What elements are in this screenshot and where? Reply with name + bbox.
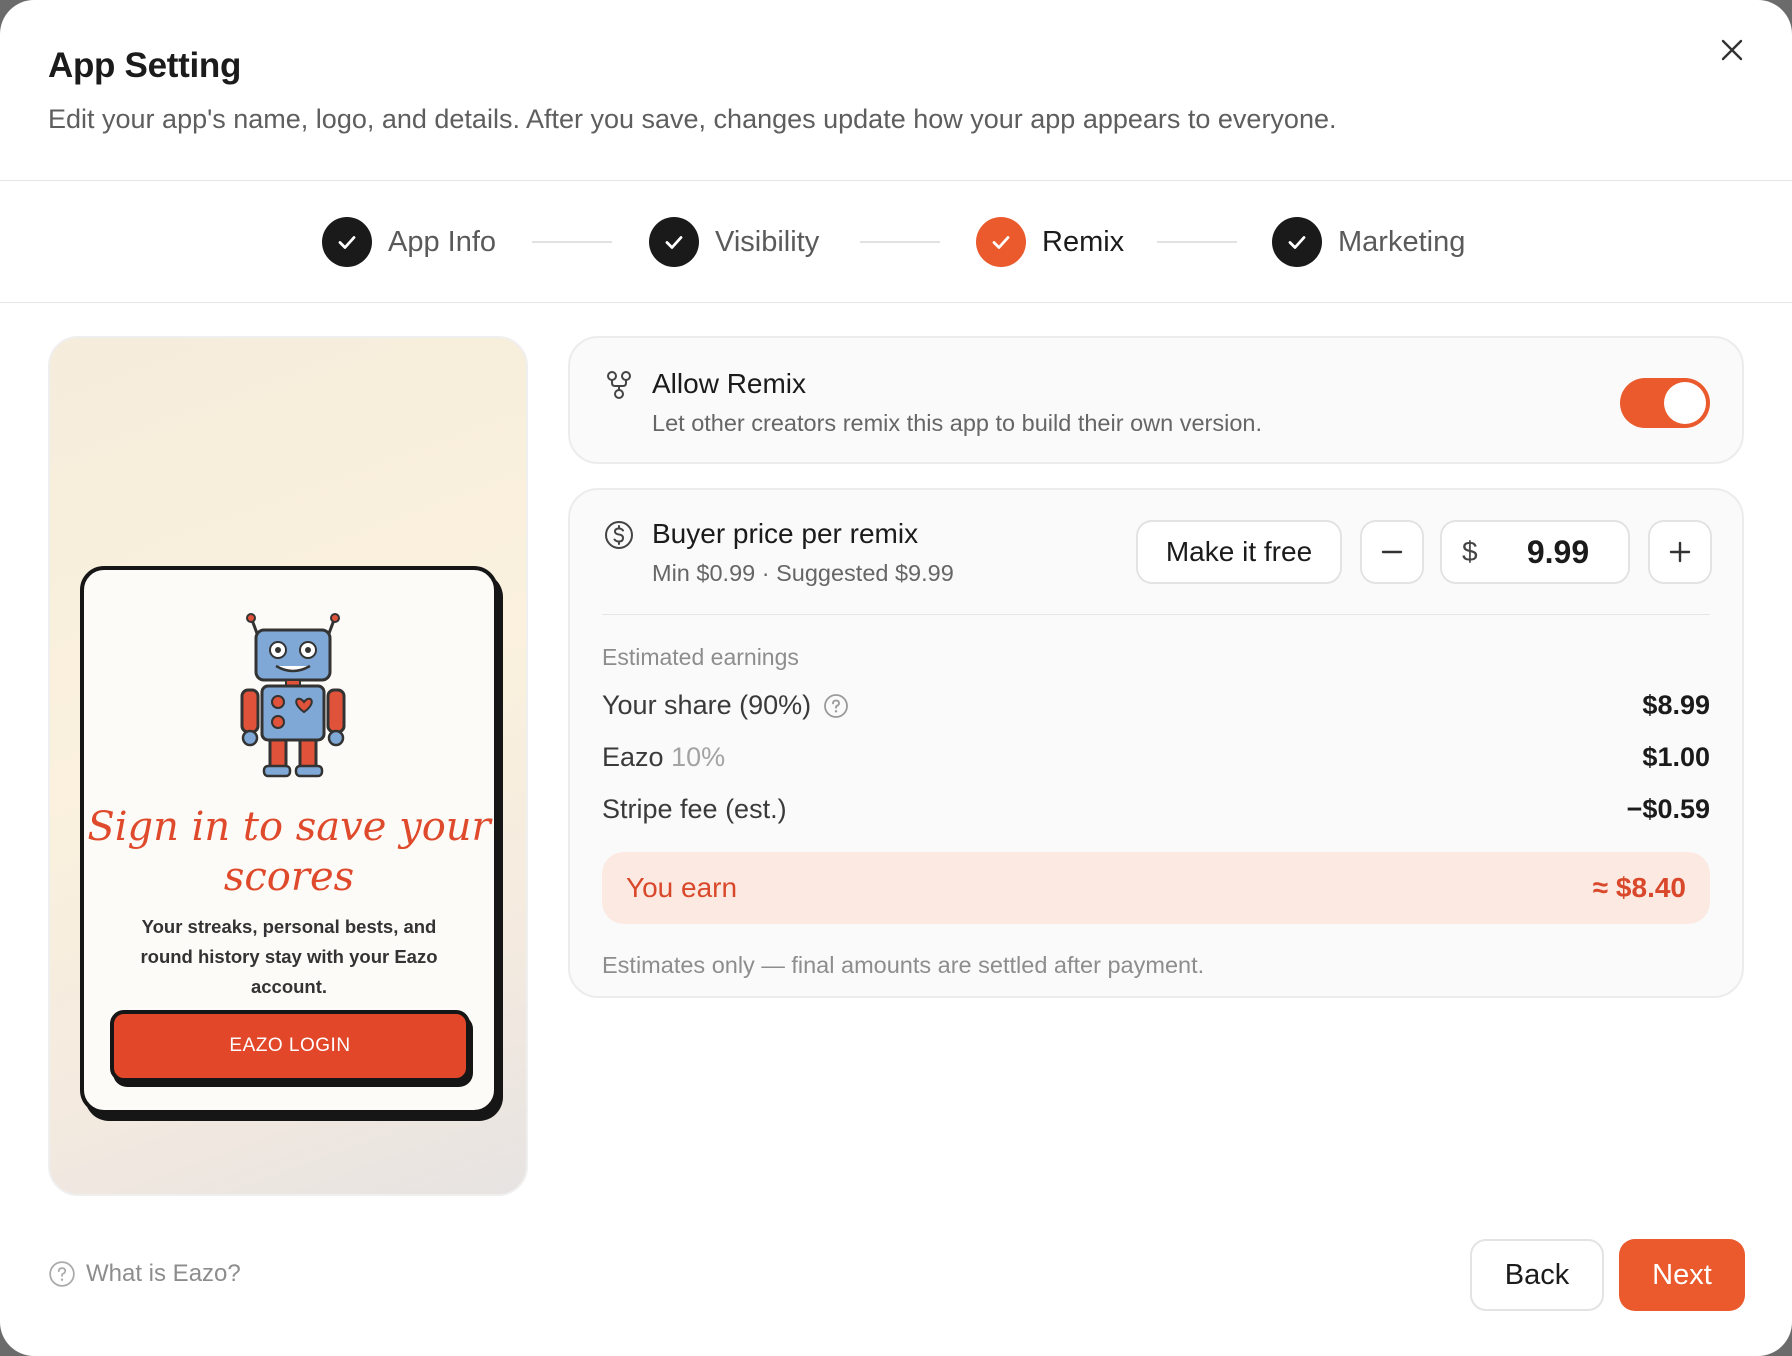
price-field[interactable]: $ xyxy=(1440,520,1630,584)
you-earn-bar: You earn ≈ $8.40 xyxy=(602,852,1710,924)
currency-symbol: $ xyxy=(1462,536,1478,567)
check-icon xyxy=(649,217,699,267)
preview-login-button: EAZO LOGIN xyxy=(110,1010,470,1082)
preview-screen: Sign in to save your scores Your streaks… xyxy=(80,566,498,1114)
check-icon xyxy=(976,217,1026,267)
price-title: Buyer price per remix xyxy=(652,518,919,549)
allow-remix-title: Allow Remix xyxy=(652,368,807,399)
step-app-info[interactable]: App Info xyxy=(322,217,496,267)
step-label: Visibility xyxy=(715,225,820,258)
pricing-panel: Buyer price per remix Min $0.99 · Sugges… xyxy=(568,488,1744,998)
share-row: Your share (90%) xyxy=(602,690,849,721)
eazo-row: Eazo 10% xyxy=(602,742,725,773)
you-earn-value: ≈ $8.40 xyxy=(1592,872,1686,903)
stripe-label: Stripe fee (est.) xyxy=(602,794,787,824)
preview-title: Sign in to save your scores xyxy=(87,804,491,900)
step-label: Marketing xyxy=(1338,225,1466,258)
what-is-eazo-link[interactable]: What is Eazo? xyxy=(48,1260,241,1288)
app-preview: Sign in to save your scores Your streaks… xyxy=(48,336,528,1196)
help-circle-icon[interactable] xyxy=(823,693,849,719)
plus-icon xyxy=(1669,541,1691,563)
check-icon xyxy=(322,217,372,267)
toggle-knob xyxy=(1664,382,1706,424)
step-remix[interactable]: Remix xyxy=(976,217,1124,267)
dialog-title: App Setting xyxy=(48,46,242,85)
step-connector xyxy=(532,241,612,243)
close-button[interactable] xyxy=(1712,30,1752,70)
check-icon xyxy=(1272,217,1322,267)
share-value: $8.99 xyxy=(1642,690,1710,720)
close-icon xyxy=(1721,39,1743,61)
eazo-label: Eazo xyxy=(602,742,664,772)
estimate-footnote: Estimates only — final amounts are settl… xyxy=(602,952,1205,978)
next-button[interactable]: Next xyxy=(1619,1239,1745,1311)
step-label: App Info xyxy=(388,225,497,258)
stepper-divider xyxy=(0,302,1792,303)
step-label: Remix xyxy=(1042,225,1125,258)
step-visibility[interactable]: Visibility xyxy=(649,217,819,267)
price-divider xyxy=(602,614,1710,615)
step-marketing[interactable]: Marketing xyxy=(1272,217,1465,267)
app-setting-dialog: App Setting Edit your app's name, logo, … xyxy=(0,0,1792,1356)
what-is-eazo-text: What is Eazo? xyxy=(86,1260,241,1287)
decrement-button[interactable] xyxy=(1360,520,1424,584)
eazo-percent: 10% xyxy=(671,742,726,772)
eazo-value: $1.00 xyxy=(1642,742,1710,772)
price-input[interactable] xyxy=(1502,530,1614,574)
fork-icon xyxy=(607,371,631,399)
step-connector xyxy=(1157,241,1237,243)
increment-button[interactable] xyxy=(1648,520,1712,584)
allow-remix-toggle[interactable] xyxy=(1620,378,1710,428)
price-hint: Min $0.99 · Suggested $9.99 xyxy=(652,560,954,586)
header-divider xyxy=(0,180,1792,181)
preview-text: Your streaks, personal bests, and round … xyxy=(140,916,438,997)
step-connector xyxy=(860,241,940,243)
dialog-subtitle: Edit your app's name, logo, and details.… xyxy=(48,104,1337,134)
allow-remix-panel: Allow Remix Let other creators remix thi… xyxy=(568,336,1744,464)
minus-icon xyxy=(1381,550,1403,554)
share-label: Your share (90%) xyxy=(602,690,812,720)
stripe-value: −$0.59 xyxy=(1626,794,1710,824)
you-earn-label: You earn xyxy=(626,872,738,903)
robot-illustration xyxy=(240,613,346,778)
estimated-earnings-label: Estimated earnings xyxy=(602,644,799,670)
dollar-circle-icon xyxy=(605,521,633,549)
allow-remix-description: Let other creators remix this app to bui… xyxy=(652,410,1262,436)
back-button[interactable]: Back xyxy=(1470,1239,1604,1311)
make-free-button[interactable]: Make it free xyxy=(1136,520,1342,584)
help-circle-icon xyxy=(49,1261,75,1287)
